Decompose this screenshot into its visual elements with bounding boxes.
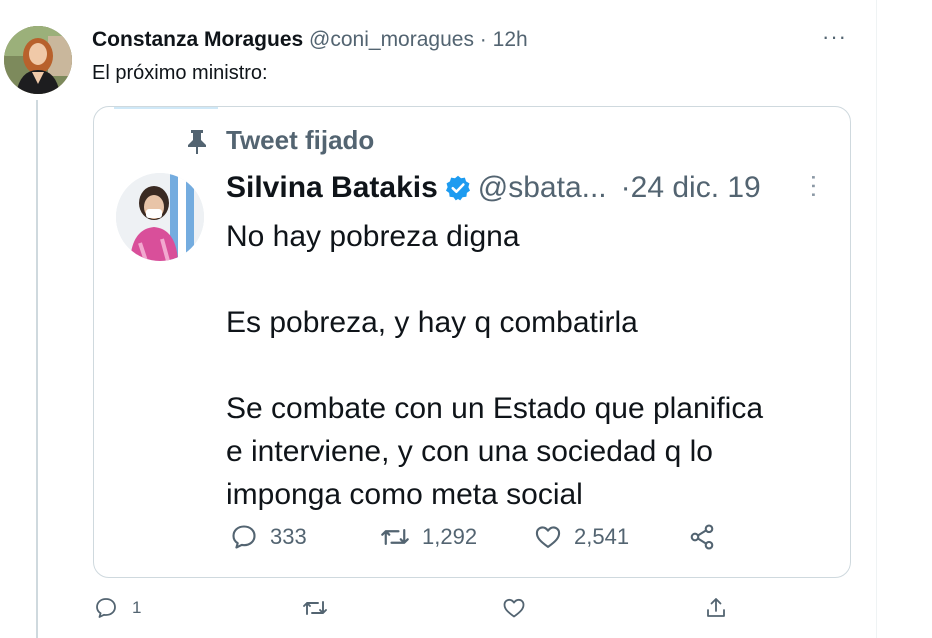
quoted-action-bar: 333 1,292 2,541 (230, 523, 750, 559)
author-handle[interactable]: @coni_moragues (309, 28, 474, 51)
thread-line (36, 100, 38, 638)
like-button[interactable] (502, 596, 540, 620)
reply-button[interactable]: 1 (94, 596, 141, 620)
reply-icon (96, 598, 116, 618)
pin-icon (188, 129, 206, 154)
tweet-time[interactable]: 12h (493, 28, 528, 51)
quoted-line: imponga como meta social (226, 478, 583, 511)
quoted-more-icon[interactable]: ··· (800, 173, 830, 199)
quoted-like-button[interactable]: 2,541 (534, 523, 629, 551)
more-options-icon[interactable]: ··· (822, 24, 847, 50)
quoted-author-name[interactable]: Silvina Batakis (226, 171, 438, 205)
quoted-avatar[interactable] (116, 173, 204, 261)
share-upload-icon (707, 598, 725, 617)
retweet-icon (381, 528, 409, 546)
card-accent (114, 107, 218, 109)
heart-icon (535, 526, 561, 548)
share-button[interactable] (704, 596, 742, 620)
reply-icon (232, 525, 256, 549)
quoted-retweet-button[interactable]: 1,292 (380, 523, 477, 551)
quoted-like-count: 2,541 (574, 524, 630, 549)
tweet-action-bar: 1 (0, 596, 876, 626)
quoted-line: No hay pobreza digna (226, 220, 520, 253)
retweet-button[interactable] (302, 596, 342, 620)
quoted-line: e interviene, y con una sociedad q lo (226, 435, 713, 468)
reply-count: 1 (132, 598, 142, 617)
pinned-indicator: Tweet fijado (186, 125, 374, 156)
avatar[interactable] (4, 26, 72, 94)
tweet-header: Constanza Moragues @coni_moragues · 12h (92, 28, 528, 52)
quoted-reply-count: 333 (270, 524, 307, 549)
verified-badge-icon (445, 175, 470, 201)
quoted-line: Se combate con un Estado que planifica (226, 392, 764, 425)
quoted-date[interactable]: 24 dic. 19 (631, 171, 761, 205)
heart-icon (503, 598, 525, 618)
separator-dot: · (620, 171, 631, 204)
separator-dot: · (479, 28, 487, 51)
retweet-icon (303, 601, 327, 615)
quoted-header: Silvina Batakis @sbata... · 24 dic. 19 (226, 171, 761, 205)
quoted-author-handle[interactable]: @sbata... (478, 171, 607, 205)
quoted-retweet-count: 1,292 (422, 524, 478, 549)
tweet-text: El próximo ministro: (92, 62, 268, 84)
share-icon (690, 524, 714, 550)
quoted-line: Es pobreza, y hay q combatirla (226, 306, 638, 339)
quoted-share-button[interactable] (688, 523, 728, 551)
quoted-reply-button[interactable]: 333 (230, 523, 307, 551)
quoted-tweet-card[interactable]: Tweet fijado Silvina Batakis @sbata... ·… (93, 106, 851, 578)
quoted-text: No hay pobreza digna Es pobreza, y hay q… (226, 215, 826, 516)
pinned-label: Tweet fijado (226, 125, 375, 155)
author-name[interactable]: Constanza Moragues (92, 28, 303, 51)
